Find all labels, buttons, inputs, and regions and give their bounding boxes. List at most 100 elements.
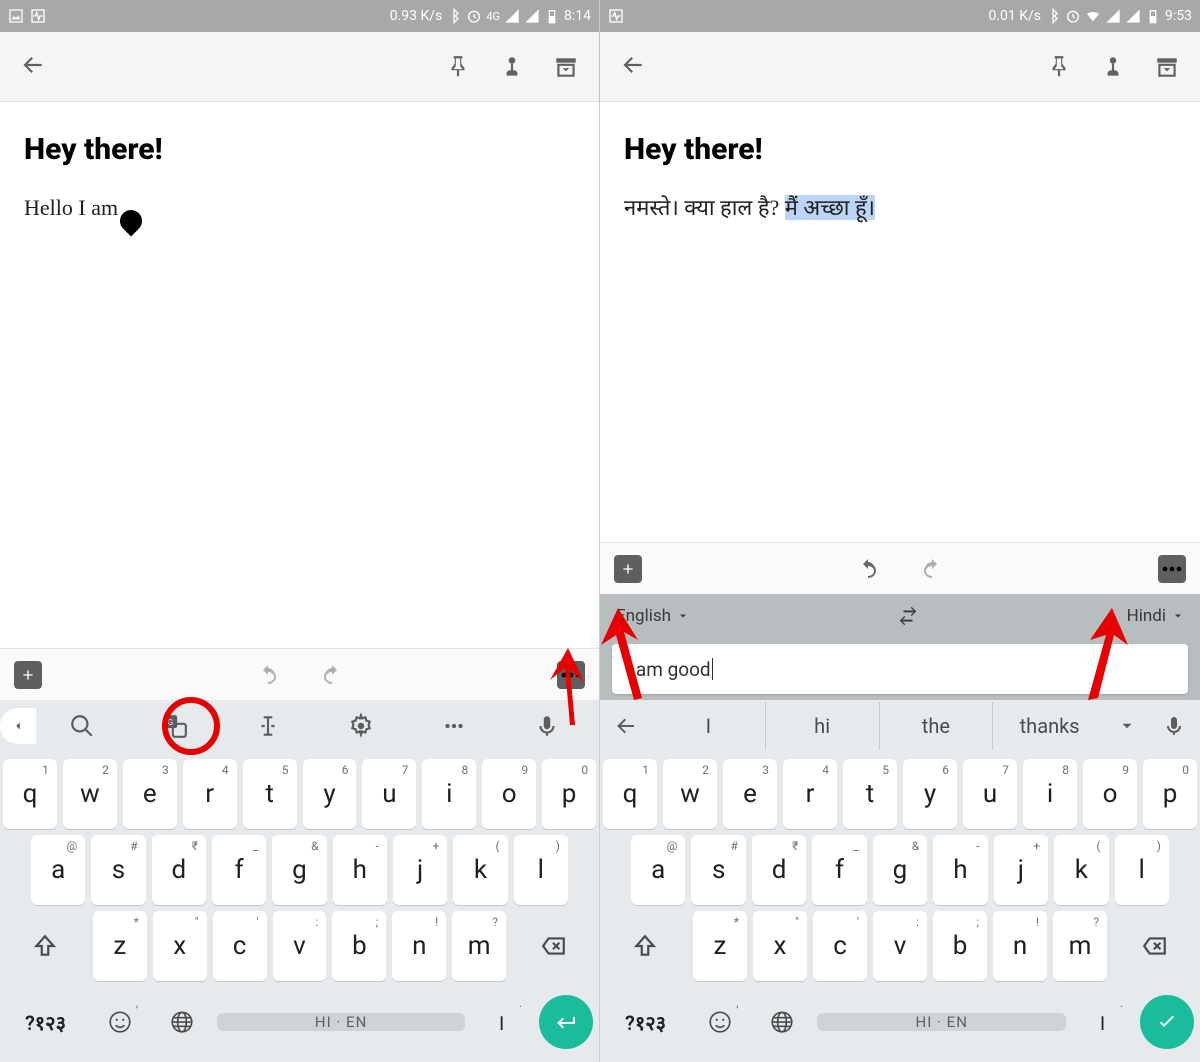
add-button[interactable]: [14, 661, 42, 689]
key-r[interactable]: r4: [783, 759, 837, 829]
key-b[interactable]: b;: [933, 911, 987, 981]
pipe-key[interactable]: ।.: [471, 992, 530, 1052]
key-n[interactable]: n!: [993, 911, 1047, 981]
key-w[interactable]: w2: [663, 759, 717, 829]
search-icon[interactable]: [36, 713, 129, 739]
pipe-key[interactable]: ।.: [1072, 992, 1131, 1052]
suggestion[interactable]: thanks: [993, 702, 1106, 750]
done-key[interactable]: [1140, 995, 1194, 1049]
expand-suggestions-icon[interactable]: [1106, 717, 1148, 735]
key-m[interactable]: m?: [1053, 911, 1107, 981]
key-c[interactable]: c': [813, 911, 867, 981]
mic-icon[interactable]: [1148, 714, 1200, 738]
redo-icon[interactable]: [320, 663, 344, 687]
key-x[interactable]: x": [153, 911, 207, 981]
key-q[interactable]: q1: [3, 759, 57, 829]
source-lang-selector[interactable]: English: [616, 606, 689, 626]
key-u[interactable]: u7: [963, 759, 1017, 829]
undo-icon[interactable]: [856, 557, 880, 581]
target-lang-selector[interactable]: Hindi: [1127, 606, 1184, 626]
touch-icon[interactable]: [499, 54, 525, 80]
emoji-key[interactable]: ,: [694, 992, 746, 1052]
back-arrow-icon[interactable]: [620, 52, 646, 78]
key-u[interactable]: u7: [362, 759, 416, 829]
more-button[interactable]: [1158, 555, 1186, 583]
key-z[interactable]: z*: [93, 911, 147, 981]
key-s[interactable]: s#: [691, 835, 745, 905]
key-z[interactable]: z*: [693, 911, 747, 981]
archive-icon[interactable]: [1154, 54, 1180, 80]
emoji-key[interactable]: ,: [94, 992, 146, 1052]
collapse-strip-icon[interactable]: [0, 708, 36, 744]
globe-key[interactable]: [752, 992, 811, 1052]
backspace-key[interactable]: [1113, 911, 1197, 981]
key-n[interactable]: n!: [392, 911, 446, 981]
key-w[interactable]: w2: [63, 759, 117, 829]
symbols-key[interactable]: ?१२३: [3, 992, 88, 1052]
key-i[interactable]: i8: [1023, 759, 1077, 829]
pin-icon[interactable]: [445, 54, 471, 80]
mic-icon[interactable]: [500, 713, 593, 739]
translate-input[interactable]: I am good: [612, 644, 1188, 694]
suggestion[interactable]: the: [880, 702, 994, 750]
key-t[interactable]: t5: [843, 759, 897, 829]
key-e[interactable]: e3: [123, 759, 177, 829]
key-y[interactable]: y6: [903, 759, 957, 829]
back-icon[interactable]: [600, 714, 652, 738]
key-p[interactable]: p0: [1143, 759, 1197, 829]
more-dots-icon[interactable]: [407, 713, 500, 739]
key-i[interactable]: i8: [422, 759, 476, 829]
key-y[interactable]: y6: [303, 759, 357, 829]
text-cursor-icon[interactable]: [222, 713, 315, 739]
suggestion[interactable]: I: [652, 702, 766, 750]
key-v[interactable]: v:: [273, 911, 327, 981]
key-f[interactable]: f_: [812, 835, 866, 905]
editor-content[interactable]: Hey there! नमस्ते। क्या हाल है? मैं अच्छ…: [600, 102, 1200, 542]
key-o[interactable]: o9: [1083, 759, 1137, 829]
shift-key[interactable]: [3, 911, 87, 981]
key-r[interactable]: r4: [183, 759, 237, 829]
key-f[interactable]: f_: [212, 835, 266, 905]
key-j[interactable]: j+: [994, 835, 1048, 905]
editor-content[interactable]: Hey there! Hello I am: [0, 102, 599, 648]
key-h[interactable]: h-: [933, 835, 987, 905]
key-q[interactable]: q1: [603, 759, 657, 829]
key-a[interactable]: a@: [31, 835, 85, 905]
settings-icon[interactable]: [314, 713, 407, 739]
space-key[interactable]: HI · EN: [217, 1013, 465, 1031]
swap-icon[interactable]: [897, 605, 919, 627]
key-h[interactable]: h-: [333, 835, 387, 905]
enter-key[interactable]: [539, 995, 593, 1049]
pin-icon[interactable]: [1046, 54, 1072, 80]
key-a[interactable]: a@: [631, 835, 685, 905]
touch-icon[interactable]: [1100, 54, 1126, 80]
archive-icon[interactable]: [553, 54, 579, 80]
key-b[interactable]: b;: [332, 911, 386, 981]
key-c[interactable]: c': [213, 911, 267, 981]
more-button[interactable]: [557, 661, 585, 689]
undo-icon[interactable]: [256, 663, 280, 687]
key-t[interactable]: t5: [243, 759, 297, 829]
key-d[interactable]: d₹: [752, 835, 806, 905]
add-button[interactable]: [614, 555, 642, 583]
key-g[interactable]: g&: [873, 835, 927, 905]
key-o[interactable]: o9: [482, 759, 536, 829]
key-l[interactable]: l): [514, 835, 568, 905]
redo-icon[interactable]: [920, 557, 944, 581]
back-arrow-icon[interactable]: [20, 52, 46, 78]
key-l[interactable]: l): [1115, 835, 1169, 905]
shift-key[interactable]: [603, 911, 687, 981]
key-e[interactable]: e3: [723, 759, 777, 829]
globe-key[interactable]: [152, 992, 211, 1052]
backspace-key[interactable]: [512, 911, 596, 981]
key-j[interactable]: j+: [393, 835, 447, 905]
key-d[interactable]: d₹: [152, 835, 206, 905]
key-g[interactable]: g&: [272, 835, 326, 905]
key-p[interactable]: p0: [542, 759, 596, 829]
suggestion[interactable]: hi: [766, 702, 880, 750]
key-v[interactable]: v:: [873, 911, 927, 981]
key-k[interactable]: k(: [453, 835, 507, 905]
key-m[interactable]: m?: [452, 911, 506, 981]
space-key[interactable]: HI · EN: [817, 1013, 1066, 1031]
symbols-key[interactable]: ?१२३: [603, 992, 688, 1052]
